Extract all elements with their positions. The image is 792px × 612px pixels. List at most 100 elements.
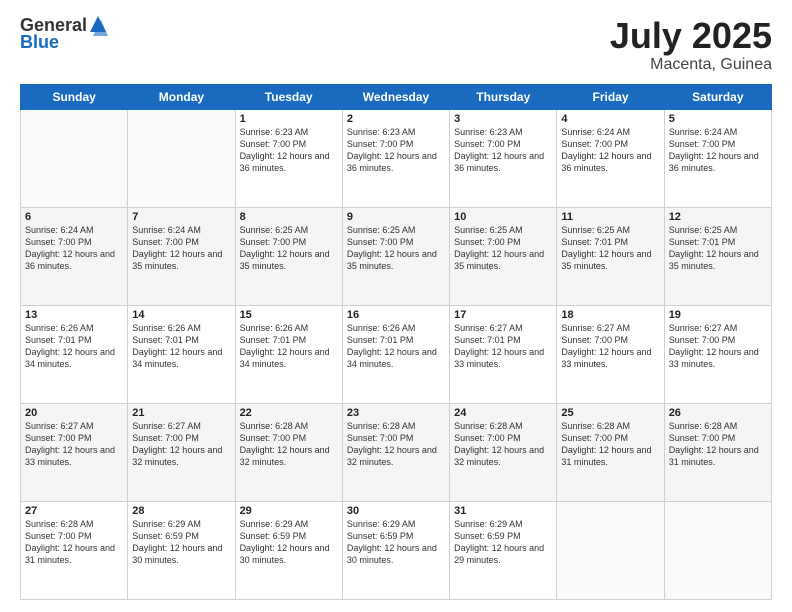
day-info: Sunrise: 6:29 AM Sunset: 6:59 PM Dayligh… <box>132 518 230 567</box>
day-number: 4 <box>561 113 659 125</box>
day-number: 28 <box>132 505 230 517</box>
location-subtitle: Macenta, Guinea <box>610 56 772 74</box>
day-info: Sunrise: 6:24 AM Sunset: 7:00 PM Dayligh… <box>132 224 230 273</box>
calendar-cell <box>128 109 235 207</box>
calendar-cell: 11Sunrise: 6:25 AM Sunset: 7:01 PM Dayli… <box>557 207 664 305</box>
calendar-cell: 5Sunrise: 6:24 AM Sunset: 7:00 PM Daylig… <box>664 109 771 207</box>
calendar-cell: 18Sunrise: 6:27 AM Sunset: 7:00 PM Dayli… <box>557 305 664 403</box>
day-number: 8 <box>240 211 338 223</box>
day-number: 5 <box>669 113 767 125</box>
day-info: Sunrise: 6:29 AM Sunset: 6:59 PM Dayligh… <box>454 518 552 567</box>
day-info: Sunrise: 6:27 AM Sunset: 7:00 PM Dayligh… <box>132 420 230 469</box>
calendar-cell: 12Sunrise: 6:25 AM Sunset: 7:01 PM Dayli… <box>664 207 771 305</box>
day-number: 20 <box>25 407 123 419</box>
calendar-cell: 21Sunrise: 6:27 AM Sunset: 7:00 PM Dayli… <box>128 403 235 501</box>
day-info: Sunrise: 6:25 AM Sunset: 7:01 PM Dayligh… <box>669 224 767 273</box>
logo-icon <box>88 14 108 36</box>
day-number: 3 <box>454 113 552 125</box>
calendar-cell: 9Sunrise: 6:25 AM Sunset: 7:00 PM Daylig… <box>342 207 449 305</box>
calendar-cell: 16Sunrise: 6:26 AM Sunset: 7:01 PM Dayli… <box>342 305 449 403</box>
day-info: Sunrise: 6:29 AM Sunset: 6:59 PM Dayligh… <box>347 518 445 567</box>
day-number: 7 <box>132 211 230 223</box>
day-info: Sunrise: 6:24 AM Sunset: 7:00 PM Dayligh… <box>25 224 123 273</box>
calendar-cell <box>557 501 664 599</box>
calendar-cell: 6Sunrise: 6:24 AM Sunset: 7:00 PM Daylig… <box>21 207 128 305</box>
calendar-cell: 25Sunrise: 6:28 AM Sunset: 7:00 PM Dayli… <box>557 403 664 501</box>
calendar-week-row: 20 Sunrise: 6:27 AM Sunset: 7:00 PM Dayli… <box>21 403 772 501</box>
day-number: 6 <box>25 211 123 223</box>
day-info: Sunrise: 6:28 AM Sunset: 7:00 PM Dayligh… <box>347 420 445 469</box>
header-monday: Monday <box>128 84 235 109</box>
day-info: Sunrise: 6:27 AM Sunset: 7:00 PM Dayligh… <box>669 322 767 371</box>
calendar-week-row: 13Sunrise: 6:26 AM Sunset: 7:01 PM Dayli… <box>21 305 772 403</box>
day-info: Sunrise: 6:26 AM Sunset: 7:01 PM Dayligh… <box>347 322 445 371</box>
day-info: Sunrise: 6:26 AM Sunset: 7:01 PM Dayligh… <box>132 322 230 371</box>
day-number: 10 <box>454 211 552 223</box>
calendar-cell: 13Sunrise: 6:26 AM Sunset: 7:01 PM Dayli… <box>21 305 128 403</box>
day-number: 1 <box>240 113 338 125</box>
calendar-cell: 1Sunrise: 6:23 AM Sunset: 7:00 PM Daylig… <box>235 109 342 207</box>
header-thursday: Thursday <box>450 84 557 109</box>
day-info: Sunrise: 6:28 AM Sunset: 7:00 PM Dayligh… <box>454 420 552 469</box>
calendar-cell: 3Sunrise: 6:23 AM Sunset: 7:00 PM Daylig… <box>450 109 557 207</box>
day-number: 31 <box>454 505 552 517</box>
calendar-cell: 14Sunrise: 6:26 AM Sunset: 7:01 PM Dayli… <box>128 305 235 403</box>
day-info: Sunrise: 6:23 AM Sunset: 7:00 PM Dayligh… <box>347 126 445 175</box>
calendar-cell: 15Sunrise: 6:26 AM Sunset: 7:01 PM Dayli… <box>235 305 342 403</box>
day-number: 26 <box>669 407 767 419</box>
calendar-cell: 17Sunrise: 6:27 AM Sunset: 7:01 PM Dayli… <box>450 305 557 403</box>
day-number: 23 <box>347 407 445 419</box>
day-info: Sunrise: 6:28 AM Sunset: 7:00 PM Dayligh… <box>669 420 767 469</box>
header-friday: Friday <box>557 84 664 109</box>
calendar-cell: 23Sunrise: 6:28 AM Sunset: 7:00 PM Dayli… <box>342 403 449 501</box>
day-number: 16 <box>347 309 445 321</box>
day-info: Sunrise: 6:27 AM Sunset: 7:01 PM Dayligh… <box>454 322 552 371</box>
day-info: Sunrise: 6:28 AM Sunset: 7:00 PM Dayligh… <box>25 518 123 567</box>
calendar-cell: 30Sunrise: 6:29 AM Sunset: 6:59 PM Dayli… <box>342 501 449 599</box>
weekday-header-row: Sunday Monday Tuesday Wednesday Thursday… <box>21 84 772 109</box>
day-number: 25 <box>561 407 659 419</box>
calendar-cell: 27Sunrise: 6:28 AM Sunset: 7:00 PM Dayli… <box>21 501 128 599</box>
day-info: Sunrise: 6:26 AM Sunset: 7:01 PM Dayligh… <box>240 322 338 371</box>
day-number: 11 <box>561 211 659 223</box>
day-info: Sunrise: 6:23 AM Sunset: 7:00 PM Dayligh… <box>454 126 552 175</box>
calendar-cell: 24Sunrise: 6:28 AM Sunset: 7:00 PM Dayli… <box>450 403 557 501</box>
day-info: Sunrise: 6:26 AM Sunset: 7:01 PM Dayligh… <box>25 322 123 371</box>
day-info: Sunrise: 6:23 AM Sunset: 7:00 PM Dayligh… <box>240 126 338 175</box>
day-number: 14 <box>132 309 230 321</box>
calendar-cell: 4Sunrise: 6:24 AM Sunset: 7:00 PM Daylig… <box>557 109 664 207</box>
day-info: Sunrise: 6:28 AM Sunset: 7:00 PM Dayligh… <box>561 420 659 469</box>
day-number: 17 <box>454 309 552 321</box>
day-number: 2 <box>347 113 445 125</box>
calendar-table: Sunday Monday Tuesday Wednesday Thursday… <box>20 84 772 600</box>
calendar-cell: 29Sunrise: 6:29 AM Sunset: 6:59 PM Dayli… <box>235 501 342 599</box>
day-info: Sunrise: 6:25 AM Sunset: 7:01 PM Dayligh… <box>561 224 659 273</box>
header-tuesday: Tuesday <box>235 84 342 109</box>
calendar-cell: 19Sunrise: 6:27 AM Sunset: 7:00 PM Dayli… <box>664 305 771 403</box>
day-info: Sunrise: 6:29 AM Sunset: 6:59 PM Dayligh… <box>240 518 338 567</box>
header-sunday: Sunday <box>21 84 128 109</box>
calendar-cell <box>664 501 771 599</box>
calendar-cell: 20Sunrise: 6:27 AM Sunset: 7:00 PM Dayli… <box>21 403 128 501</box>
day-number: 19 <box>669 309 767 321</box>
calendar-cell: 2Sunrise: 6:23 AM Sunset: 7:00 PM Daylig… <box>342 109 449 207</box>
calendar-cell: 7Sunrise: 6:24 AM Sunset: 7:00 PM Daylig… <box>128 207 235 305</box>
day-number: 21 <box>132 407 230 419</box>
header: General Blue July 2025 Macenta, Guinea <box>20 16 772 74</box>
day-info: Sunrise: 6:25 AM Sunset: 7:00 PM Dayligh… <box>240 224 338 273</box>
day-number: 22 <box>240 407 338 419</box>
day-number: 29 <box>240 505 338 517</box>
header-saturday: Saturday <box>664 84 771 109</box>
month-title: July 2025 <box>610 16 772 56</box>
calendar-cell <box>21 109 128 207</box>
day-number: 12 <box>669 211 767 223</box>
day-number: 27 <box>25 505 123 517</box>
day-info: Sunrise: 6:24 AM Sunset: 7:00 PM Dayligh… <box>561 126 659 175</box>
day-info: Sunrise: 6:24 AM Sunset: 7:00 PM Dayligh… <box>669 126 767 175</box>
day-number: 9 <box>347 211 445 223</box>
calendar-cell: 31Sunrise: 6:29 AM Sunset: 6:59 PM Dayli… <box>450 501 557 599</box>
logo: General Blue <box>20 16 108 53</box>
title-block: July 2025 Macenta, Guinea <box>610 16 772 74</box>
header-wednesday: Wednesday <box>342 84 449 109</box>
calendar-cell: 8Sunrise: 6:25 AM Sunset: 7:00 PM Daylig… <box>235 207 342 305</box>
